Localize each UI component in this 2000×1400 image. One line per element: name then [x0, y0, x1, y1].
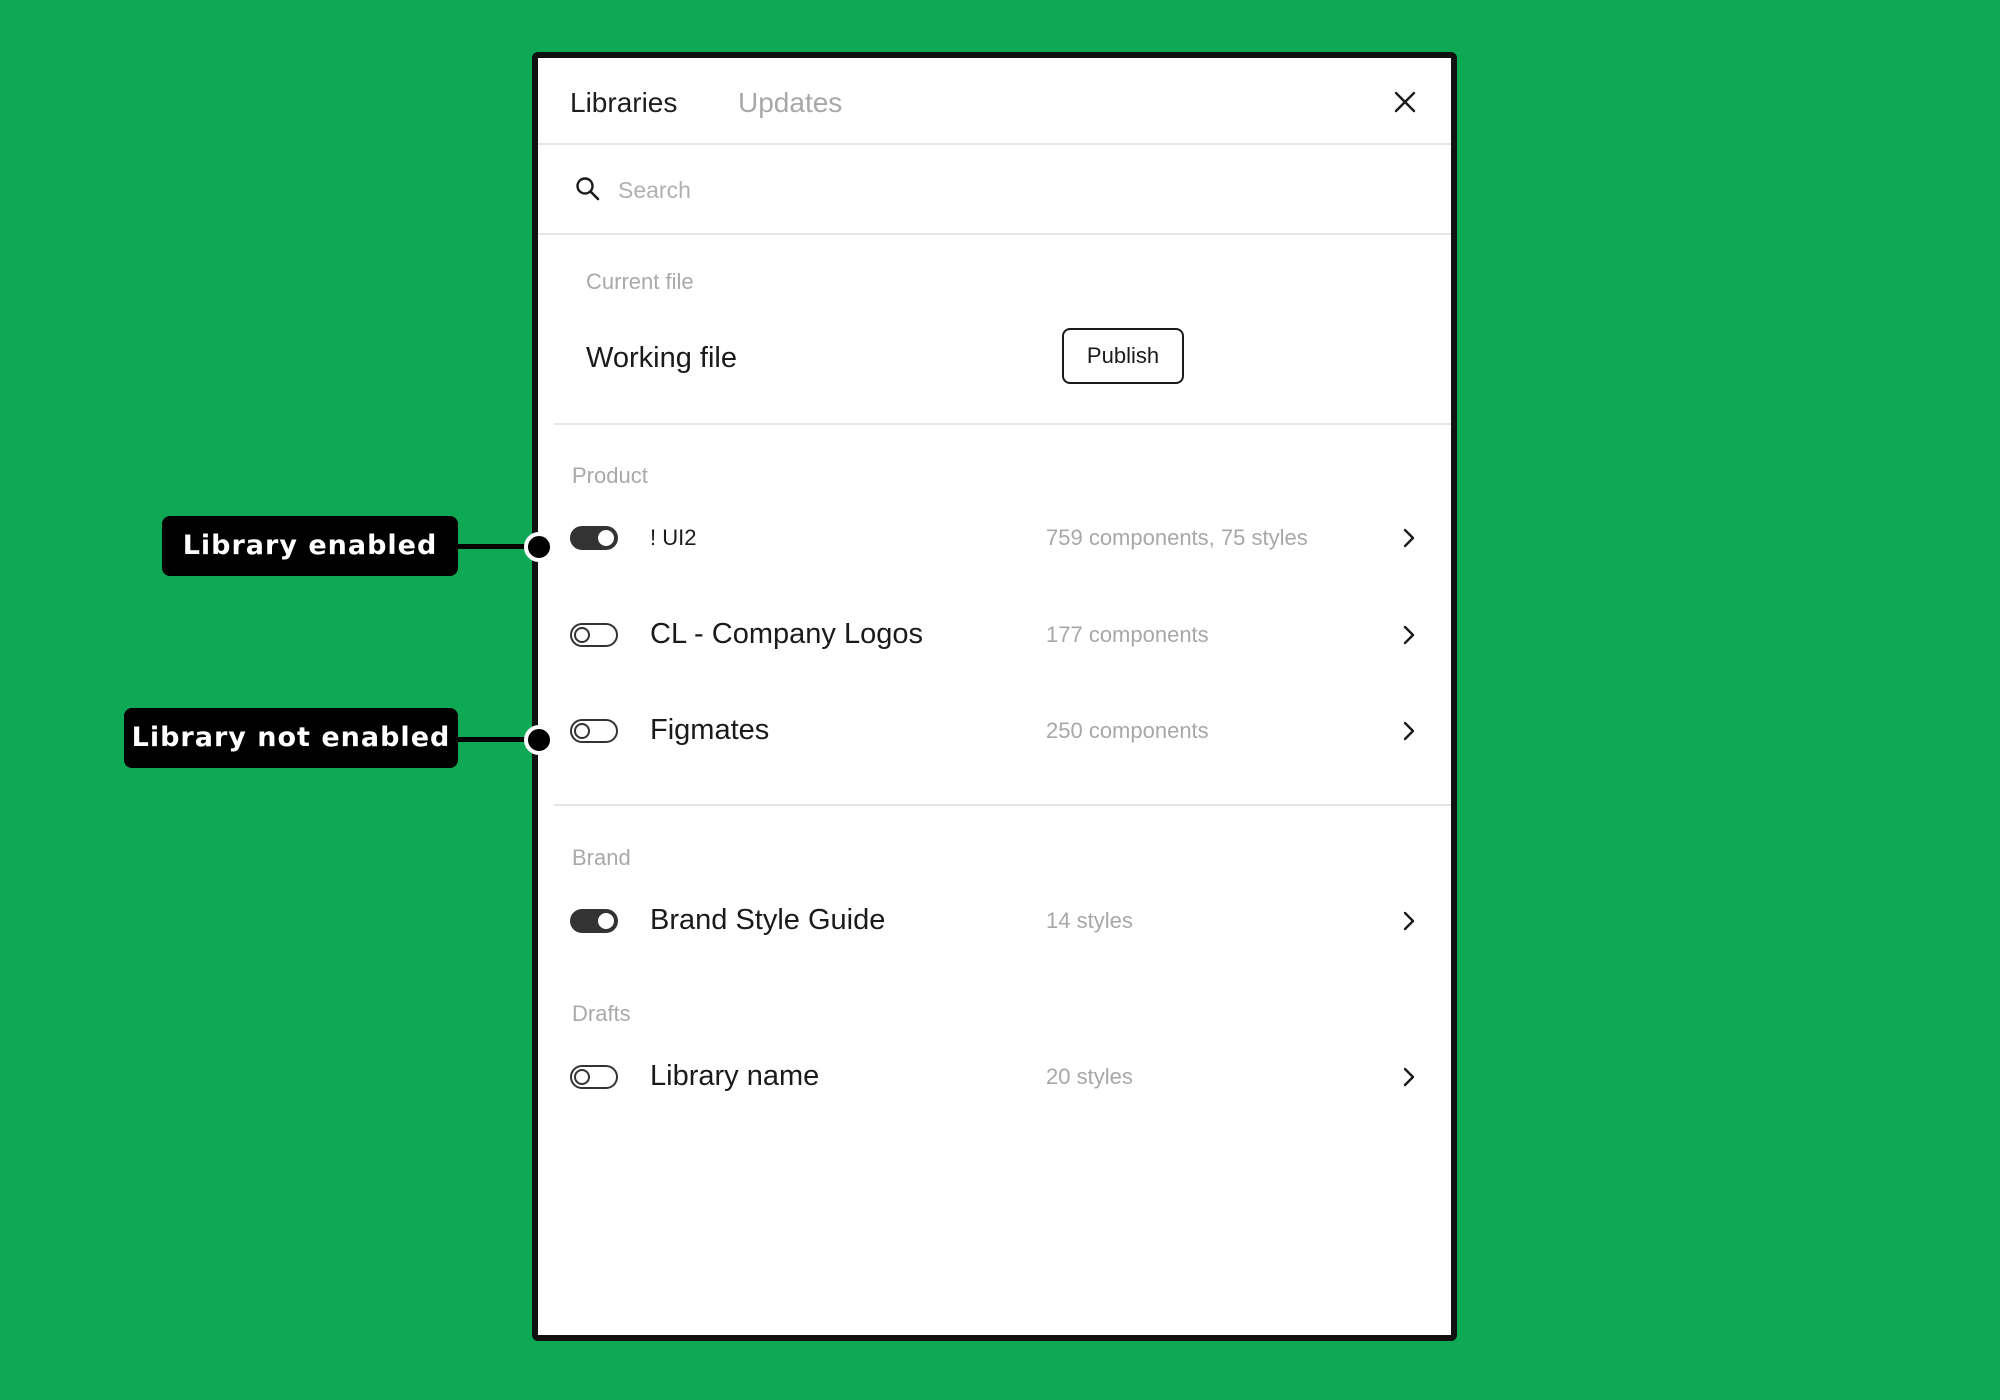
toggle-knob	[598, 530, 614, 546]
chevron-right-icon[interactable]	[1397, 909, 1421, 933]
library-toggle-on[interactable]	[570, 526, 618, 550]
library-meta: 759 components, 75 styles	[1046, 525, 1308, 550]
library-row-company-logos[interactable]: CL - Company Logos 177 components	[538, 600, 1451, 670]
library-name: ! UI2	[650, 525, 697, 550]
library-meta: 250 components	[1046, 718, 1209, 743]
library-name: CL - Company Logos	[650, 618, 923, 650]
section-label-product: Product	[572, 463, 648, 488]
search-input[interactable]	[616, 167, 1320, 213]
chevron-right-icon[interactable]	[1397, 623, 1421, 647]
publish-button[interactable]: Publish	[1062, 328, 1184, 384]
library-name: Library name	[650, 1060, 820, 1092]
callout-dot	[524, 725, 554, 755]
library-row-figmates[interactable]: Figmates 250 components	[538, 696, 1451, 766]
library-toggle-off[interactable]	[570, 623, 618, 647]
library-toggle-off[interactable]	[570, 1065, 618, 1089]
callout-library-not-enabled: Library not enabled	[124, 708, 458, 768]
library-meta: 177 components	[1046, 622, 1209, 647]
library-name: Brand Style Guide	[650, 904, 886, 936]
library-toggle-on[interactable]	[570, 909, 618, 933]
toggle-knob	[574, 627, 590, 643]
search-bar	[538, 145, 1451, 235]
toggle-knob	[574, 1069, 590, 1085]
dialog-header: Libraries Updates	[538, 58, 1451, 145]
search-icon	[576, 177, 600, 201]
libraries-dialog: Libraries Updates Current file Working f…	[532, 52, 1457, 1341]
section-label-drafts: Drafts	[572, 1001, 631, 1026]
toggle-knob	[598, 913, 614, 929]
working-file-name: Working file	[586, 342, 737, 374]
library-meta: 20 styles	[1046, 1064, 1133, 1089]
section-label-brand: Brand	[572, 845, 631, 870]
callout-dot	[524, 532, 554, 562]
library-row-brand-style-guide[interactable]: Brand Style Guide 14 styles	[538, 886, 1451, 956]
library-toggle-off[interactable]	[570, 719, 618, 743]
chevron-right-icon[interactable]	[1397, 1065, 1421, 1089]
section-divider	[554, 423, 1451, 425]
chevron-right-icon[interactable]	[1397, 526, 1421, 550]
callout-library-enabled: Library enabled	[162, 516, 458, 576]
current-file-label: Current file	[586, 269, 694, 294]
chevron-right-icon[interactable]	[1397, 719, 1421, 743]
library-name: Figmates	[650, 714, 770, 746]
library-row-library-name[interactable]: Library name 20 styles	[538, 1042, 1451, 1112]
tab-libraries[interactable]: Libraries	[570, 86, 677, 120]
library-meta: 14 styles	[1046, 908, 1133, 933]
library-row-ui2[interactable]: ! UI2 759 components, 75 styles	[538, 503, 1451, 573]
section-divider	[554, 804, 1451, 806]
tab-updates[interactable]: Updates	[738, 86, 842, 120]
close-icon[interactable]	[1389, 86, 1421, 118]
toggle-knob	[574, 723, 590, 739]
